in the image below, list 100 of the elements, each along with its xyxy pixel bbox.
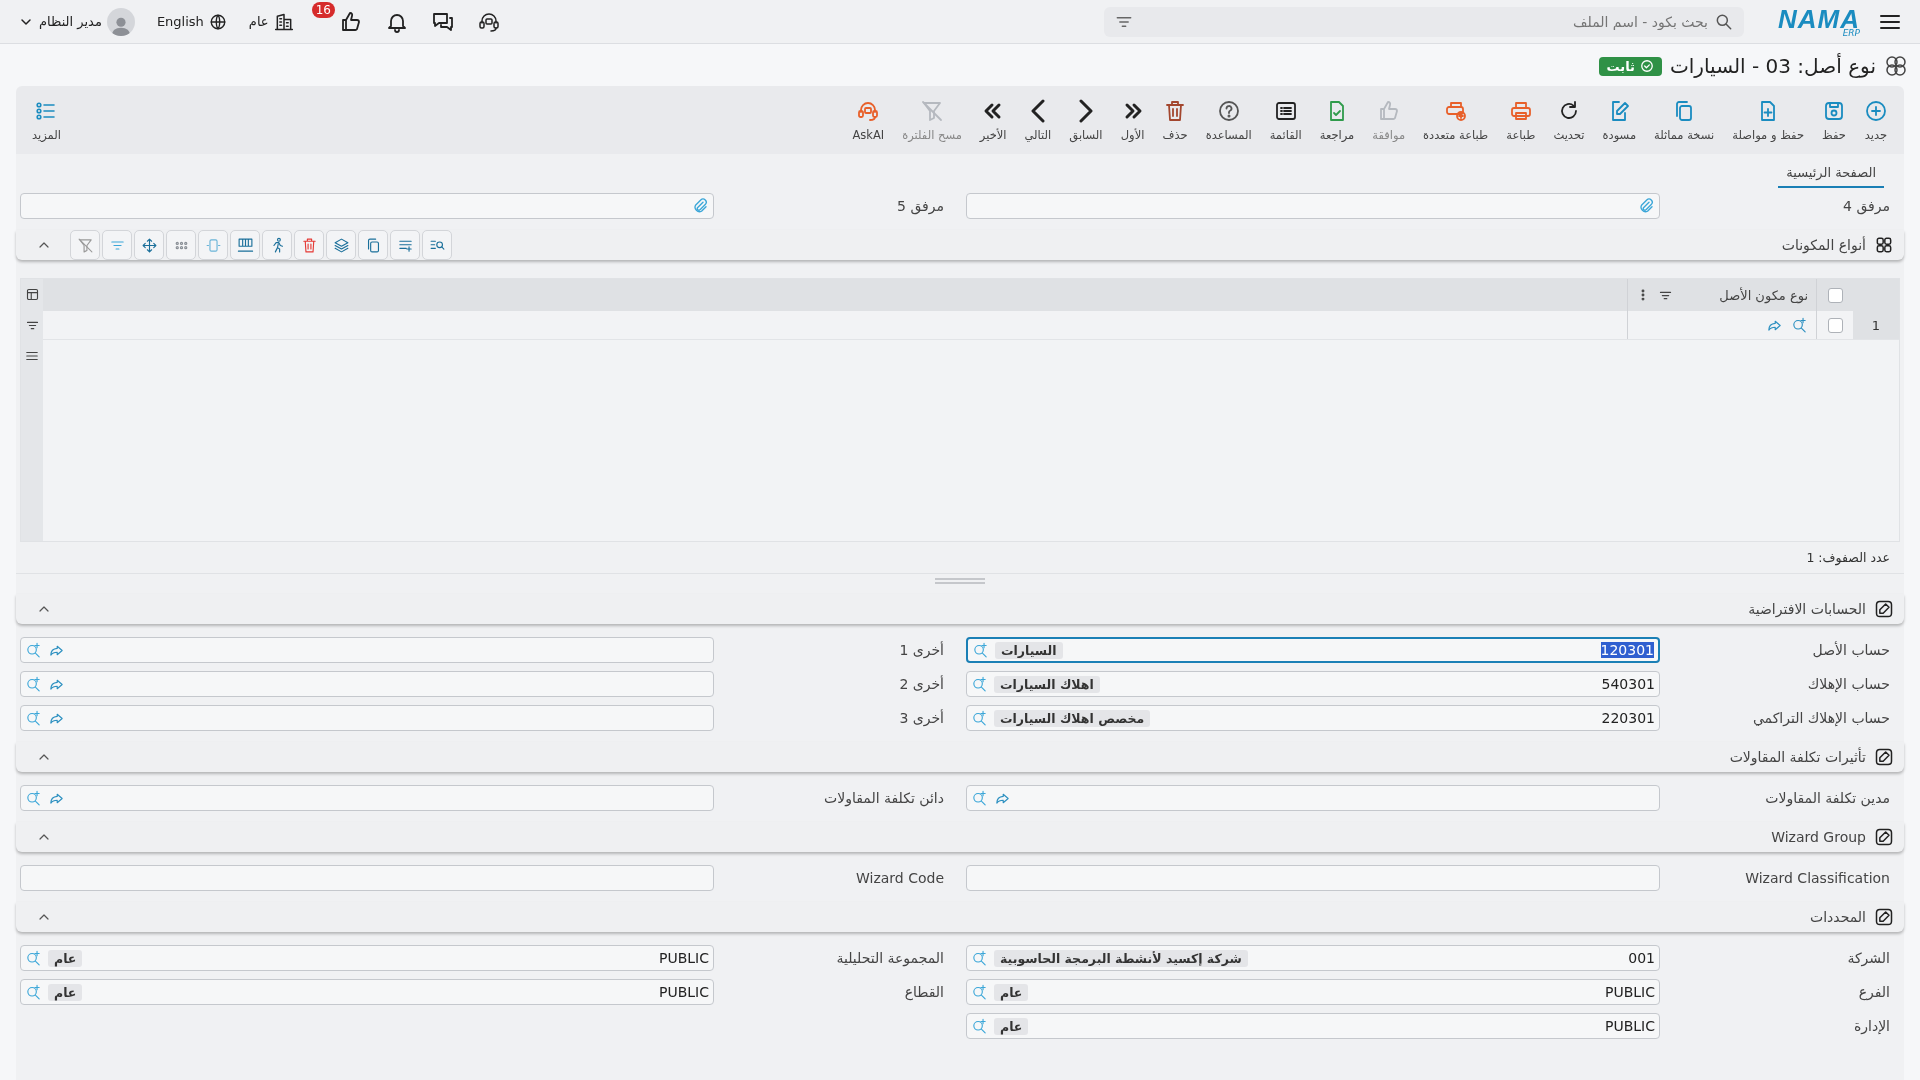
search-field[interactable]: بحث بكود - اسم الملف [1104,6,1744,37]
field-label: حساب الإهلاك التراكمي [1751,710,1891,726]
paperclip-icon [1637,197,1655,215]
move-icon [140,236,158,254]
name-tag: شركة إكسيد لأنشطة البرمجة الحاسوبية [994,949,1248,967]
frame-icon [204,236,222,254]
name-tag: عام [48,983,83,1001]
layers-icon [332,236,350,254]
row-count: عدد الصفوف: 1 [16,542,1904,574]
field-label: المجموعة التحليلية [835,950,945,966]
globe-icon [208,12,227,31]
input-field[interactable] [20,671,714,697]
toolbar-button[interactable]: القائمة [1261,94,1310,146]
field-label: دائن تكلفة المقاولات [823,790,945,806]
grid-tool-button[interactable] [262,230,292,260]
section-title: الحسابات الافتراضية [1748,601,1866,617]
section-title: Wizard Group [1771,829,1866,845]
field-value: PUBLIC [1605,984,1655,1000]
search-plus-icon [25,709,42,727]
tab[interactable]: الصفحة الرئيسية [1778,158,1884,188]
toolbar-button[interactable]: مراجعة [1311,94,1363,146]
name-tag: السيارات [995,641,1063,659]
field-value: PUBLIC [659,984,709,1000]
grid-tool-button[interactable] [326,230,356,260]
field-value: 540301 [1601,676,1655,692]
toolbar-button[interactable]: تحديث [1545,94,1593,146]
toolbar-button[interactable]: حفظ و مواصلة [1724,94,1812,146]
toolbar-button[interactable]: حفظ [1814,94,1854,146]
toolbar-button[interactable]: AskAI [844,94,893,146]
edit-icon [1874,747,1894,767]
check-circle-icon [1639,59,1654,73]
grid-tool-button[interactable] [134,230,164,260]
checkbox[interactable] [1827,317,1843,333]
section-title: تأثيرات تكلفة المقاولات [1729,749,1866,765]
input-field[interactable] [20,637,714,663]
edit-icon [1874,907,1894,927]
filter-off-icon [920,98,944,123]
grid-tool-button[interactable] [390,230,420,260]
filter-off-icon [76,236,94,254]
toolbar-button[interactable]: نسخة مماثلة [1646,94,1723,146]
page-title: نوع أصل: 03 - السيارات [1669,54,1876,78]
input-field[interactable] [966,193,1660,219]
grid-tool-button[interactable] [230,230,260,260]
name-tag: عام [994,1017,1029,1035]
field-value: 220301 [1601,710,1655,726]
toolbar-button[interactable]: الأخير [971,94,1015,146]
grid-tool-button[interactable] [422,230,452,260]
field-label: أخرى 2 [898,676,945,692]
search-plus-icon [971,983,988,1001]
input-field[interactable] [20,865,714,891]
checkbox[interactable] [1827,287,1843,303]
toolbar-button[interactable]: مسودة [1594,94,1645,146]
table-row-icon [236,236,254,254]
search-plus-icon [971,675,988,693]
toolbar-button[interactable]: المساعدة [1197,94,1260,146]
toolbar-button[interactable]: الأول [1112,94,1153,146]
toolbar-button[interactable]: حذف [1154,94,1196,146]
field-label: مرفق 4 [1842,198,1891,214]
input-field[interactable] [20,705,714,731]
input-field[interactable] [20,785,714,811]
search-plus-icon [1791,316,1808,334]
paperclip-icon [691,197,709,215]
user-menu[interactable]: مدير النظام [14,7,139,36]
field-value: 120301 [1600,642,1654,658]
grid-icon [1874,235,1894,255]
name-tag: اهلاك السيارات [994,675,1100,693]
grid-tool-button[interactable] [358,230,388,260]
field-label: أخرى 3 [898,710,945,726]
field-value: 001 [1628,950,1655,966]
grid-tool-button[interactable] [294,230,324,260]
search-plus-icon [971,949,988,967]
toolbar-button[interactable]: طباعة متعددة [1415,94,1497,146]
search-plus-icon [972,641,989,659]
name-tag: عام [994,983,1029,1001]
toolbar-button[interactable]: طباعة [1498,94,1544,146]
field-label: مرفق 5 [896,198,945,214]
input-field[interactable] [966,865,1660,891]
avatar-icon [106,7,135,36]
company-button[interactable]: عام [244,11,298,32]
grid-tool-button[interactable] [70,230,100,260]
splitter-handle[interactable] [935,578,985,584]
language-button[interactable]: English [152,12,231,31]
input-field[interactable] [966,785,1660,811]
toolbar-button[interactable]: السابق [1061,94,1111,146]
input-field[interactable] [20,193,714,219]
field-label: القطاع [903,984,945,1000]
trash-icon [300,236,318,254]
field-label: حساب الأصل [1811,642,1891,658]
toolbar-button[interactable]: جديد [1856,94,1896,146]
field-label: حساب الإهلاك [1806,676,1891,692]
field-label: الإدارة [1852,1018,1891,1034]
more-button[interactable]: المزيد [24,94,69,146]
toolbar-button[interactable]: التالي [1016,94,1060,146]
name-tag: عام [48,949,83,967]
grid-tool-button[interactable] [166,230,196,260]
field-label: Wizard Classification [1744,870,1891,886]
field-label: أخرى 1 [898,642,945,658]
field-value: PUBLIC [1605,1018,1655,1034]
status-badge: ثابت [1598,56,1662,76]
search-plus-icon [971,789,988,807]
